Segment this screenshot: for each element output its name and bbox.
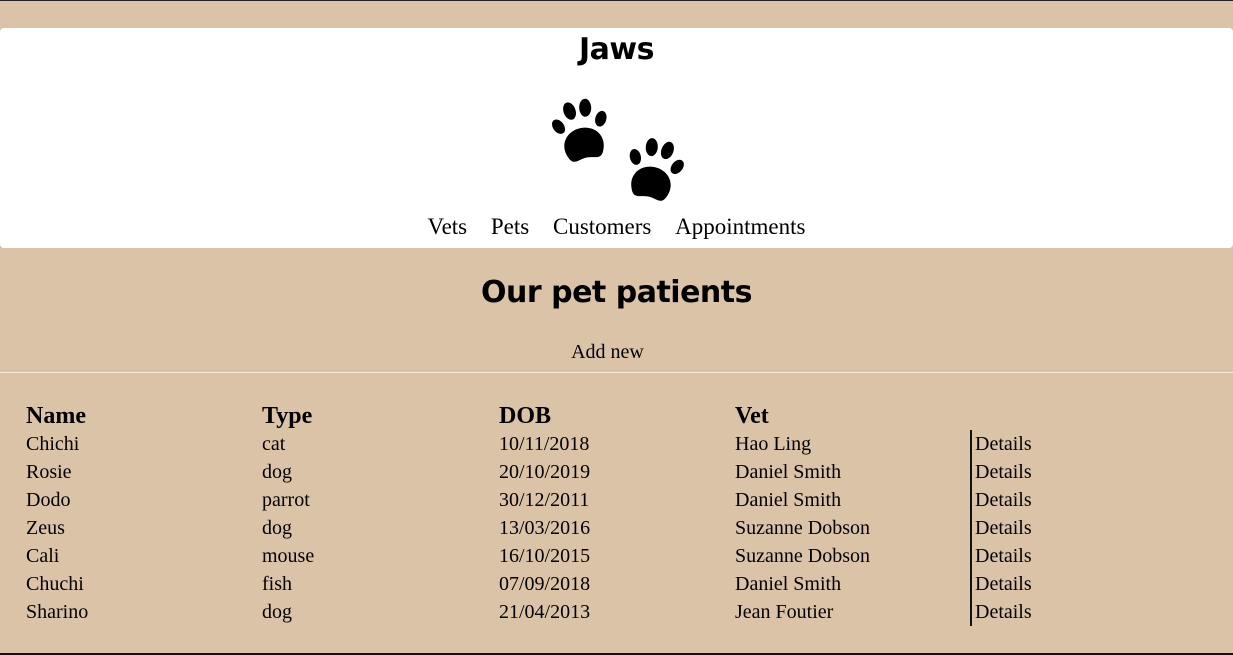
page-title: Our pet patients	[481, 275, 752, 310]
pet-name: Dodo	[26, 489, 71, 511]
pet-type: mouse	[262, 545, 315, 567]
pet-name: Chuchi	[26, 573, 84, 595]
nav-link-pets[interactable]: Pets	[491, 214, 529, 239]
pet-vet: Daniel Smith	[735, 489, 842, 511]
pet-dob: 10/11/2018	[499, 433, 590, 455]
pet-dob: 16/10/2015	[499, 545, 591, 567]
details-link[interactable]: Details	[975, 489, 1032, 511]
pet-type: dog	[262, 461, 292, 483]
details-cell: Details	[970, 458, 1205, 486]
site-header: Jaws Vets Pets Customers Appointments	[0, 28, 1233, 248]
details-cell: Details	[970, 570, 1205, 598]
top-border	[0, 0, 1233, 1]
nav-link-vets[interactable]: Vets	[428, 214, 468, 239]
pet-dob: 21/04/2013	[499, 601, 591, 623]
pets-table: Name Type DOB Vet Chichi cat 10/11/2018 …	[26, 398, 1205, 626]
table-row: Cali mouse 16/10/2015 Suzanne Dobson Det…	[26, 542, 1205, 570]
details-link[interactable]: Details	[975, 573, 1032, 595]
pet-dob: 07/09/2018	[499, 573, 591, 595]
table-row: Sharino dog 21/04/2013 Jean Foutier Deta…	[26, 598, 1205, 626]
table-row: Dodo parrot 30/12/2011 Daniel Smith Deta…	[26, 486, 1205, 514]
add-new-container: Add new	[0, 338, 1215, 366]
pet-type: dog	[262, 517, 292, 539]
pet-vet: Suzanne Dobson	[735, 517, 870, 539]
details-link[interactable]: Details	[975, 461, 1032, 483]
pet-name: Rosie	[26, 461, 72, 483]
column-header-dob: DOB	[499, 403, 552, 429]
nav-link-customers[interactable]: Customers	[553, 214, 651, 239]
table-row: Rosie dog 20/10/2019 Daniel Smith Detail…	[26, 458, 1205, 486]
details-cell: Details	[970, 514, 1205, 542]
pet-type: fish	[262, 573, 292, 595]
pet-vet: Suzanne Dobson	[735, 545, 870, 567]
details-cell: Details	[970, 598, 1205, 626]
site-title: Jaws	[579, 32, 654, 67]
pet-type: cat	[262, 433, 286, 455]
pet-dob: 30/12/2011	[499, 489, 590, 511]
column-header-vet: Vet	[735, 403, 769, 429]
pet-name: Chichi	[26, 433, 80, 455]
pet-type: dog	[262, 601, 292, 623]
pet-vet: Jean Foutier	[735, 601, 834, 623]
column-header-details	[971, 398, 1205, 430]
add-new-link[interactable]: Add new	[571, 341, 644, 363]
details-link[interactable]: Details	[975, 545, 1032, 567]
pet-vet: Daniel Smith	[735, 573, 842, 595]
table-row: Chuchi fish 07/09/2018 Daniel Smith Deta…	[26, 570, 1205, 598]
pet-dob: 13/03/2016	[499, 517, 591, 539]
nav-link-appointments[interactable]: Appointments	[675, 214, 805, 239]
pet-vet: Daniel Smith	[735, 461, 842, 483]
pet-vet: Hao Ling	[735, 433, 812, 455]
table-header-row: Name Type DOB Vet	[26, 398, 1205, 430]
details-cell: Details	[970, 430, 1205, 458]
pet-name: Sharino	[26, 601, 89, 623]
pet-name: Zeus	[26, 517, 65, 539]
details-cell: Details	[970, 542, 1205, 570]
column-header-name: Name	[26, 403, 86, 429]
table-row: Zeus dog 13/03/2016 Suzanne Dobson Detai…	[26, 514, 1205, 542]
details-link[interactable]: Details	[975, 601, 1032, 623]
table-row: Chichi cat 10/11/2018 Hao Ling Details	[26, 430, 1205, 458]
details-link[interactable]: Details	[975, 433, 1032, 455]
pet-dob: 20/10/2019	[499, 461, 591, 483]
main-nav: Vets Pets Customers Appointments	[0, 212, 1233, 242]
pet-name: Cali	[26, 545, 60, 567]
divider	[0, 372, 1233, 373]
pet-type: parrot	[262, 489, 310, 511]
paw-prints-icon	[552, 98, 684, 201]
details-link[interactable]: Details	[975, 517, 1032, 539]
column-header-type: Type	[262, 403, 313, 429]
details-cell: Details	[970, 486, 1205, 514]
